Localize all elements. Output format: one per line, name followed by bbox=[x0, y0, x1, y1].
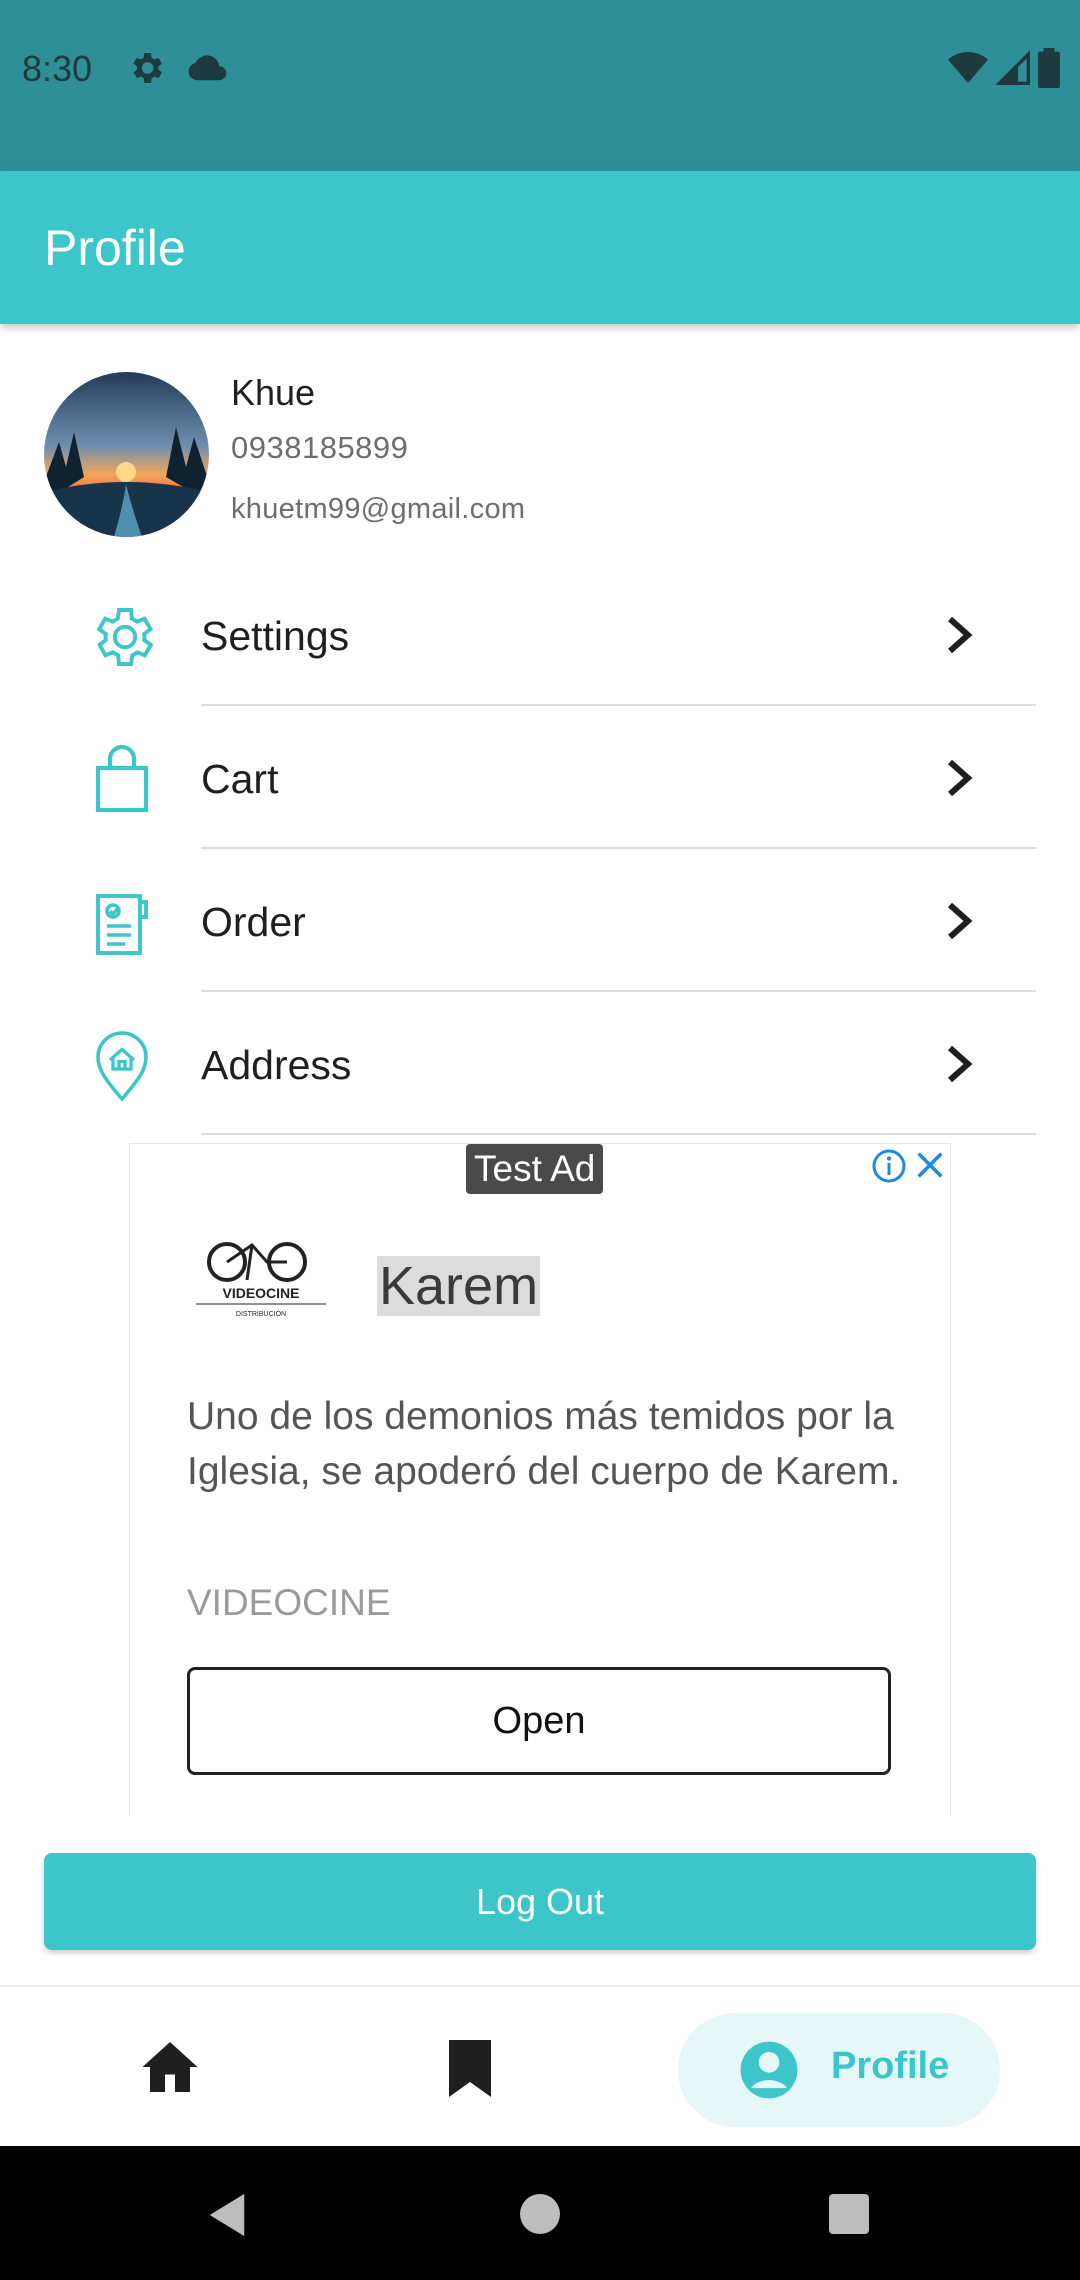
chevron-right-icon bbox=[948, 616, 973, 654]
home-button[interactable] bbox=[520, 2194, 560, 2234]
avatar[interactable] bbox=[44, 372, 209, 537]
info-icon[interactable] bbox=[871, 1148, 907, 1184]
signal-icon bbox=[996, 50, 1030, 85]
logout-button[interactable]: Log Out bbox=[44, 1853, 1036, 1950]
chevron-right-icon bbox=[948, 759, 973, 797]
ad-open-button[interactable]: Open bbox=[187, 1667, 891, 1775]
user-email: khuetm99@gmail.com bbox=[231, 493, 526, 525]
user-name: Khue bbox=[231, 372, 316, 413]
gear-icon bbox=[133, 53, 162, 83]
back-icon[interactable] bbox=[205, 2192, 249, 2238]
system-nav-bar bbox=[0, 2146, 1080, 2280]
location-home-icon bbox=[96, 1031, 148, 1102]
recents-button[interactable] bbox=[829, 2194, 869, 2234]
avatar-image bbox=[44, 372, 209, 537]
nav-item-profile[interactable]: Profile bbox=[678, 2013, 1000, 2127]
menu-item-cart[interactable]: Cart bbox=[0, 706, 1080, 849]
menu-item-label: Cart bbox=[201, 756, 279, 802]
user-phone: 0938185899 bbox=[231, 430, 409, 465]
battery-icon bbox=[1038, 48, 1060, 88]
wifi-icon bbox=[948, 52, 988, 83]
bottom-nav: Profile bbox=[0, 1985, 1080, 2146]
app-bar: Profile bbox=[0, 171, 1080, 324]
menu-item-address[interactable]: Address bbox=[0, 992, 1080, 1135]
divider bbox=[201, 1133, 1036, 1135]
status-bar: 8:30 bbox=[0, 0, 1080, 171]
cloud-icon bbox=[188, 55, 227, 81]
status-icons bbox=[948, 48, 1060, 88]
chevron-right-icon bbox=[948, 902, 973, 940]
advertiser-logo: VIDEOCINE DISTRIBUCIÓN bbox=[196, 1242, 326, 1318]
page-title: Profile bbox=[44, 220, 186, 276]
ad-body: Uno de los demonios más temidos por la I… bbox=[187, 1395, 901, 1493]
menu-item-label: Order bbox=[201, 899, 306, 945]
bookmark-icon[interactable] bbox=[446, 2037, 494, 2097]
menu-item-order[interactable]: Order bbox=[0, 849, 1080, 992]
native-ad[interactable]: Test Ad VIDEOCINE DISTRIBUCIÓN Karem Uno… bbox=[129, 1143, 951, 1815]
ad-advertiser: VIDEOCINE bbox=[187, 1582, 391, 1623]
status-time: 8:30 bbox=[22, 48, 93, 89]
home-icon[interactable] bbox=[140, 2039, 200, 2095]
menu-item-settings[interactable]: Settings bbox=[0, 563, 1080, 706]
menu-item-label: Address bbox=[201, 1042, 352, 1088]
menu-item-label: Settings bbox=[201, 613, 350, 659]
close-icon[interactable] bbox=[913, 1148, 947, 1182]
profile-icon bbox=[740, 2041, 798, 2099]
svg-text:DISTRIBUCIÓN: DISTRIBUCIÓN bbox=[236, 1309, 286, 1318]
ad-headline: Karem bbox=[377, 1256, 541, 1316]
nav-item-label: Profile bbox=[831, 2045, 950, 2087]
chevron-right-icon bbox=[948, 1045, 973, 1083]
order-list-icon bbox=[96, 894, 148, 955]
ad-badge: Test Ad bbox=[466, 1144, 604, 1194]
gear-icon bbox=[96, 608, 154, 666]
svg-text:VIDEOCINE: VIDEOCINE bbox=[222, 1285, 299, 1301]
shopping-bag-icon bbox=[95, 744, 149, 813]
